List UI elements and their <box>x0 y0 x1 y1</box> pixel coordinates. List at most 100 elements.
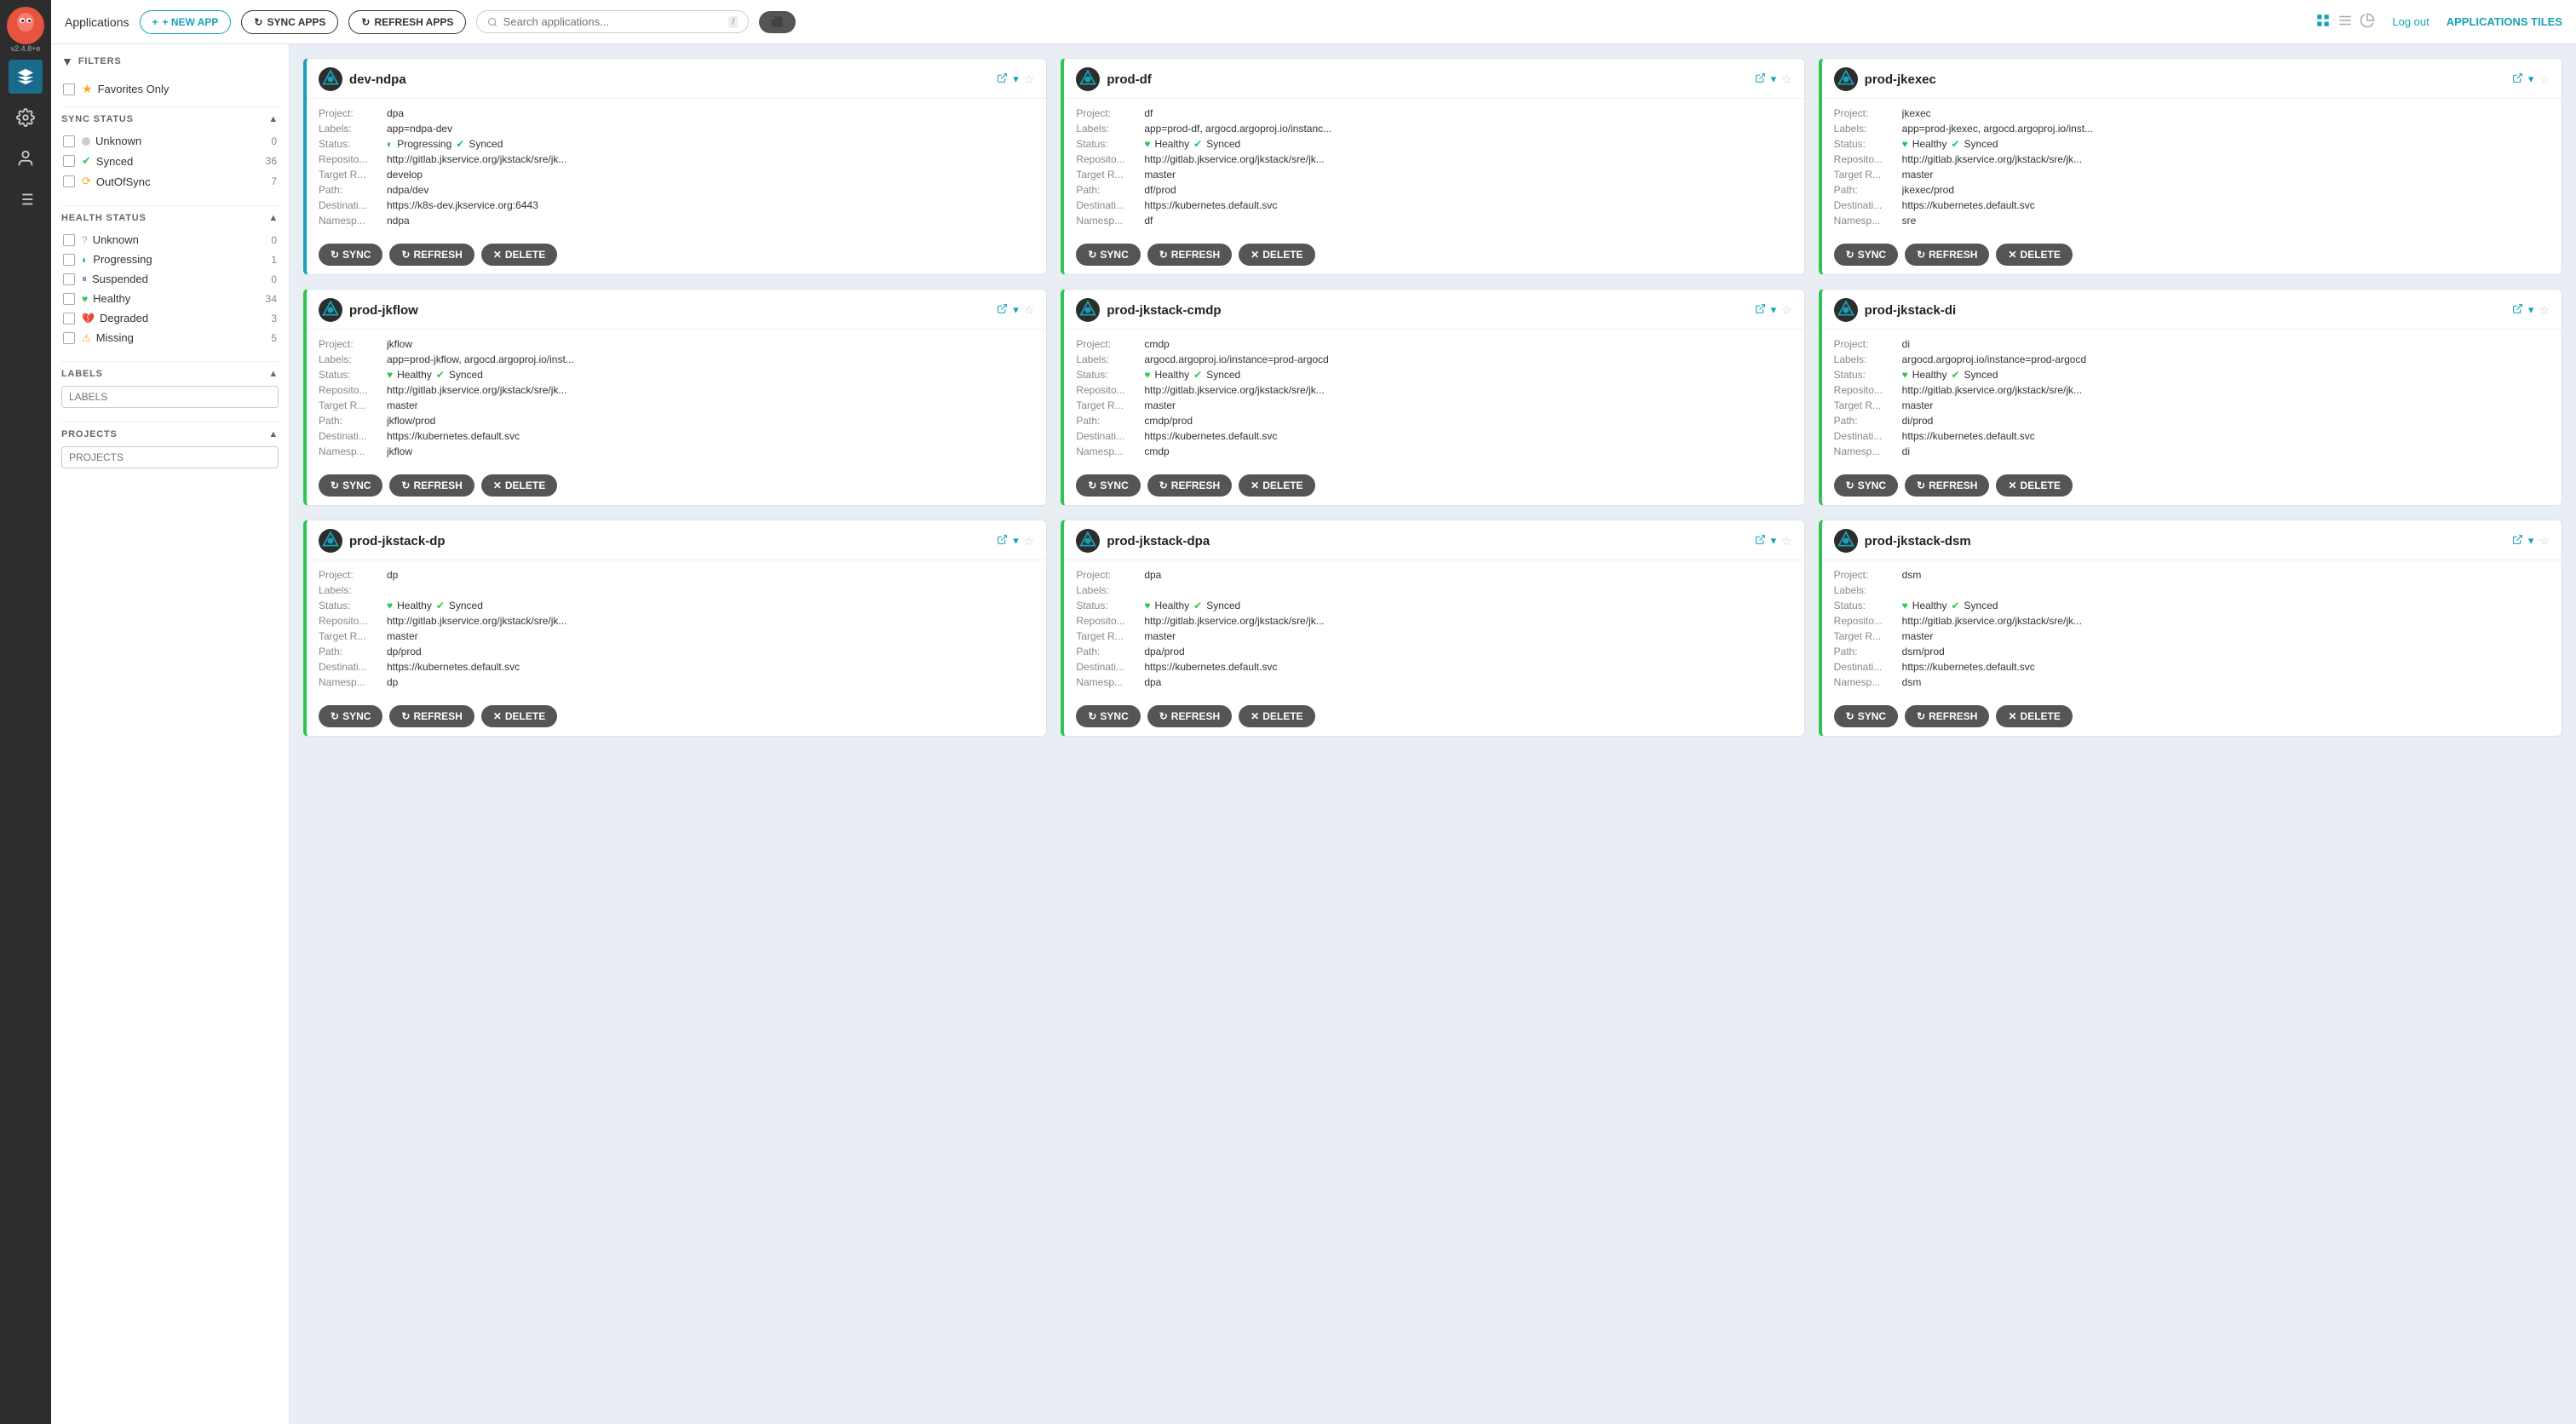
favorite-star-icon[interactable]: ☆ <box>1781 72 1792 87</box>
sync-outofSync-filter[interactable]: ⟳ OutOfSync 7 <box>61 171 279 192</box>
external-link-icon[interactable] <box>997 72 1008 86</box>
sync-synced-filter[interactable]: ✔ Synced 36 <box>61 151 279 171</box>
favorite-star-icon[interactable]: ☆ <box>2539 72 2550 87</box>
refresh-button[interactable]: ↻ REFRESH <box>389 705 474 727</box>
favorite-star-icon[interactable]: ☆ <box>1024 72 1035 87</box>
refresh-apps-button[interactable]: ↻ REFRESH APPS <box>348 10 466 34</box>
logout-button[interactable]: Log out <box>2392 15 2429 28</box>
projects-input[interactable] <box>61 446 279 468</box>
delete-button[interactable]: ✕ DELETE <box>1239 474 1314 497</box>
delete-button[interactable]: ✕ DELETE <box>1996 474 2072 497</box>
projects-collapse-icon[interactable]: ▲ <box>268 429 279 439</box>
labels-collapse-icon[interactable]: ▲ <box>268 369 279 379</box>
sync-apps-button[interactable]: ↻ SYNC APPS <box>241 10 338 34</box>
delete-button[interactable]: ✕ DELETE <box>481 705 557 727</box>
new-app-button[interactable]: + + NEW APP <box>140 10 232 34</box>
delete-button[interactable]: ✕ DELETE <box>1239 705 1314 727</box>
refresh-button[interactable]: ↻ REFRESH <box>389 474 474 497</box>
nav-icon-list[interactable] <box>9 182 43 216</box>
delete-button[interactable]: ✕ DELETE <box>481 244 557 266</box>
refresh-button[interactable]: ↻ REFRESH <box>1147 244 1232 266</box>
search-input[interactable] <box>503 15 724 28</box>
health-unknown-checkbox[interactable] <box>63 234 75 246</box>
favorites-filter[interactable]: ★ Favorites Only <box>61 78 279 100</box>
external-link-icon[interactable] <box>1755 72 1766 86</box>
delete-button[interactable]: ✕ DELETE <box>1996 705 2072 727</box>
grid-view-icon[interactable] <box>2315 13 2331 31</box>
refresh-button[interactable]: ↻ REFRESH <box>389 244 474 266</box>
favorites-checkbox[interactable] <box>63 83 75 95</box>
health-suspended-filter[interactable]: ⏸ Suspended 0 <box>61 269 279 289</box>
health-status-collapse-icon[interactable]: ▲ <box>268 213 279 223</box>
favorite-star-icon[interactable]: ☆ <box>1781 534 1792 548</box>
health-degraded-checkbox[interactable] <box>63 313 75 324</box>
sync-button[interactable]: ↻ SYNC <box>1076 474 1140 497</box>
health-suspended-checkbox[interactable] <box>63 273 75 285</box>
health-degraded-filter[interactable]: 💔 Degraded 3 <box>61 308 279 328</box>
sync-button[interactable]: ↻ SYNC <box>319 705 382 727</box>
external-link-icon[interactable] <box>2512 72 2523 86</box>
health-progressing-filter[interactable]: ◐ Progressing 1 <box>61 250 279 269</box>
refresh-button[interactable]: ↻ REFRESH <box>1905 474 1989 497</box>
dropdown-icon[interactable]: ▾ <box>1771 534 1777 548</box>
health-healthy-checkbox[interactable] <box>63 293 75 305</box>
nav-icon-settings[interactable] <box>9 100 43 135</box>
sync-button[interactable]: ↻ SYNC <box>319 474 382 497</box>
repo-label: Reposito... <box>1834 615 1902 627</box>
favorite-star-icon[interactable]: ☆ <box>1781 303 1792 318</box>
chart-view-icon[interactable] <box>2360 13 2375 31</box>
sync-unknown-checkbox[interactable] <box>63 135 75 147</box>
external-link-icon[interactable] <box>997 534 1008 548</box>
delete-button[interactable]: ✕ DELETE <box>1996 244 2072 266</box>
sync-button[interactable]: ↻ SYNC <box>1834 244 1898 266</box>
sync-button[interactable]: ↻ SYNC <box>319 244 382 266</box>
project-row: Project: jkflow <box>319 336 1034 352</box>
labels-input[interactable] <box>61 386 279 408</box>
refresh-button[interactable]: ↻ REFRESH <box>1905 705 1989 727</box>
target-rev-value: master <box>1902 399 2550 411</box>
dropdown-icon[interactable]: ▾ <box>2528 72 2534 86</box>
refresh-button[interactable]: ↻ REFRESH <box>1147 705 1232 727</box>
delete-button[interactable]: ✕ DELETE <box>1239 244 1314 266</box>
status-value: ♥ Healthy ✔ Synced <box>1902 600 2550 612</box>
external-link-icon[interactable] <box>2512 303 2523 317</box>
health-unknown-filter[interactable]: ? Unknown 0 <box>61 230 279 250</box>
delete-btn-icon: ✕ <box>2008 479 2016 491</box>
refresh-button[interactable]: ↻ REFRESH <box>1905 244 1989 266</box>
sync-button[interactable]: ↻ SYNC <box>1076 244 1140 266</box>
delete-button[interactable]: ✕ DELETE <box>481 474 557 497</box>
sync-status-collapse-icon[interactable]: ▲ <box>268 114 279 124</box>
dropdown-icon[interactable]: ▾ <box>1013 534 1019 548</box>
health-suspended-label: ⏸ Suspended <box>82 273 256 285</box>
sync-outofSync-checkbox[interactable] <box>63 175 75 187</box>
external-link-icon[interactable] <box>1755 303 1766 317</box>
health-missing-checkbox[interactable] <box>63 332 75 344</box>
dropdown-icon[interactable]: ▾ <box>1771 72 1777 86</box>
favorite-star-icon[interactable]: ☆ <box>2539 534 2550 548</box>
dropdown-icon[interactable]: ▾ <box>2528 534 2534 548</box>
nav-icon-user[interactable] <box>9 141 43 175</box>
dropdown-icon[interactable]: ▾ <box>1013 72 1019 86</box>
favorite-star-icon[interactable]: ☆ <box>2539 303 2550 318</box>
health-progressing-checkbox[interactable] <box>63 254 75 266</box>
sync-unknown-filter[interactable]: Unknown 0 <box>61 131 279 151</box>
dropdown-icon[interactable]: ▾ <box>1771 303 1777 317</box>
external-link-icon[interactable] <box>1755 534 1766 548</box>
sync-synced-checkbox[interactable] <box>63 155 75 167</box>
toolbar-extra-button[interactable]: ⬛ <box>759 11 796 33</box>
list-view-icon[interactable] <box>2337 13 2353 31</box>
sync-button[interactable]: ↻ SYNC <box>1076 705 1140 727</box>
card-actions: ▾ ☆ <box>1755 72 1792 87</box>
nav-icon-layers[interactable] <box>9 60 43 94</box>
dropdown-icon[interactable]: ▾ <box>2528 303 2534 317</box>
favorite-star-icon[interactable]: ☆ <box>1024 303 1035 318</box>
dropdown-icon[interactable]: ▾ <box>1013 303 1019 317</box>
refresh-button[interactable]: ↻ REFRESH <box>1147 474 1232 497</box>
health-healthy-filter[interactable]: ♥ Healthy 34 <box>61 289 279 308</box>
sync-button[interactable]: ↻ SYNC <box>1834 705 1898 727</box>
favorite-star-icon[interactable]: ☆ <box>1024 534 1035 548</box>
sync-button[interactable]: ↻ SYNC <box>1834 474 1898 497</box>
health-missing-filter[interactable]: ⚠ Missing 5 <box>61 328 279 347</box>
external-link-icon[interactable] <box>2512 534 2523 548</box>
external-link-icon[interactable] <box>997 303 1008 317</box>
